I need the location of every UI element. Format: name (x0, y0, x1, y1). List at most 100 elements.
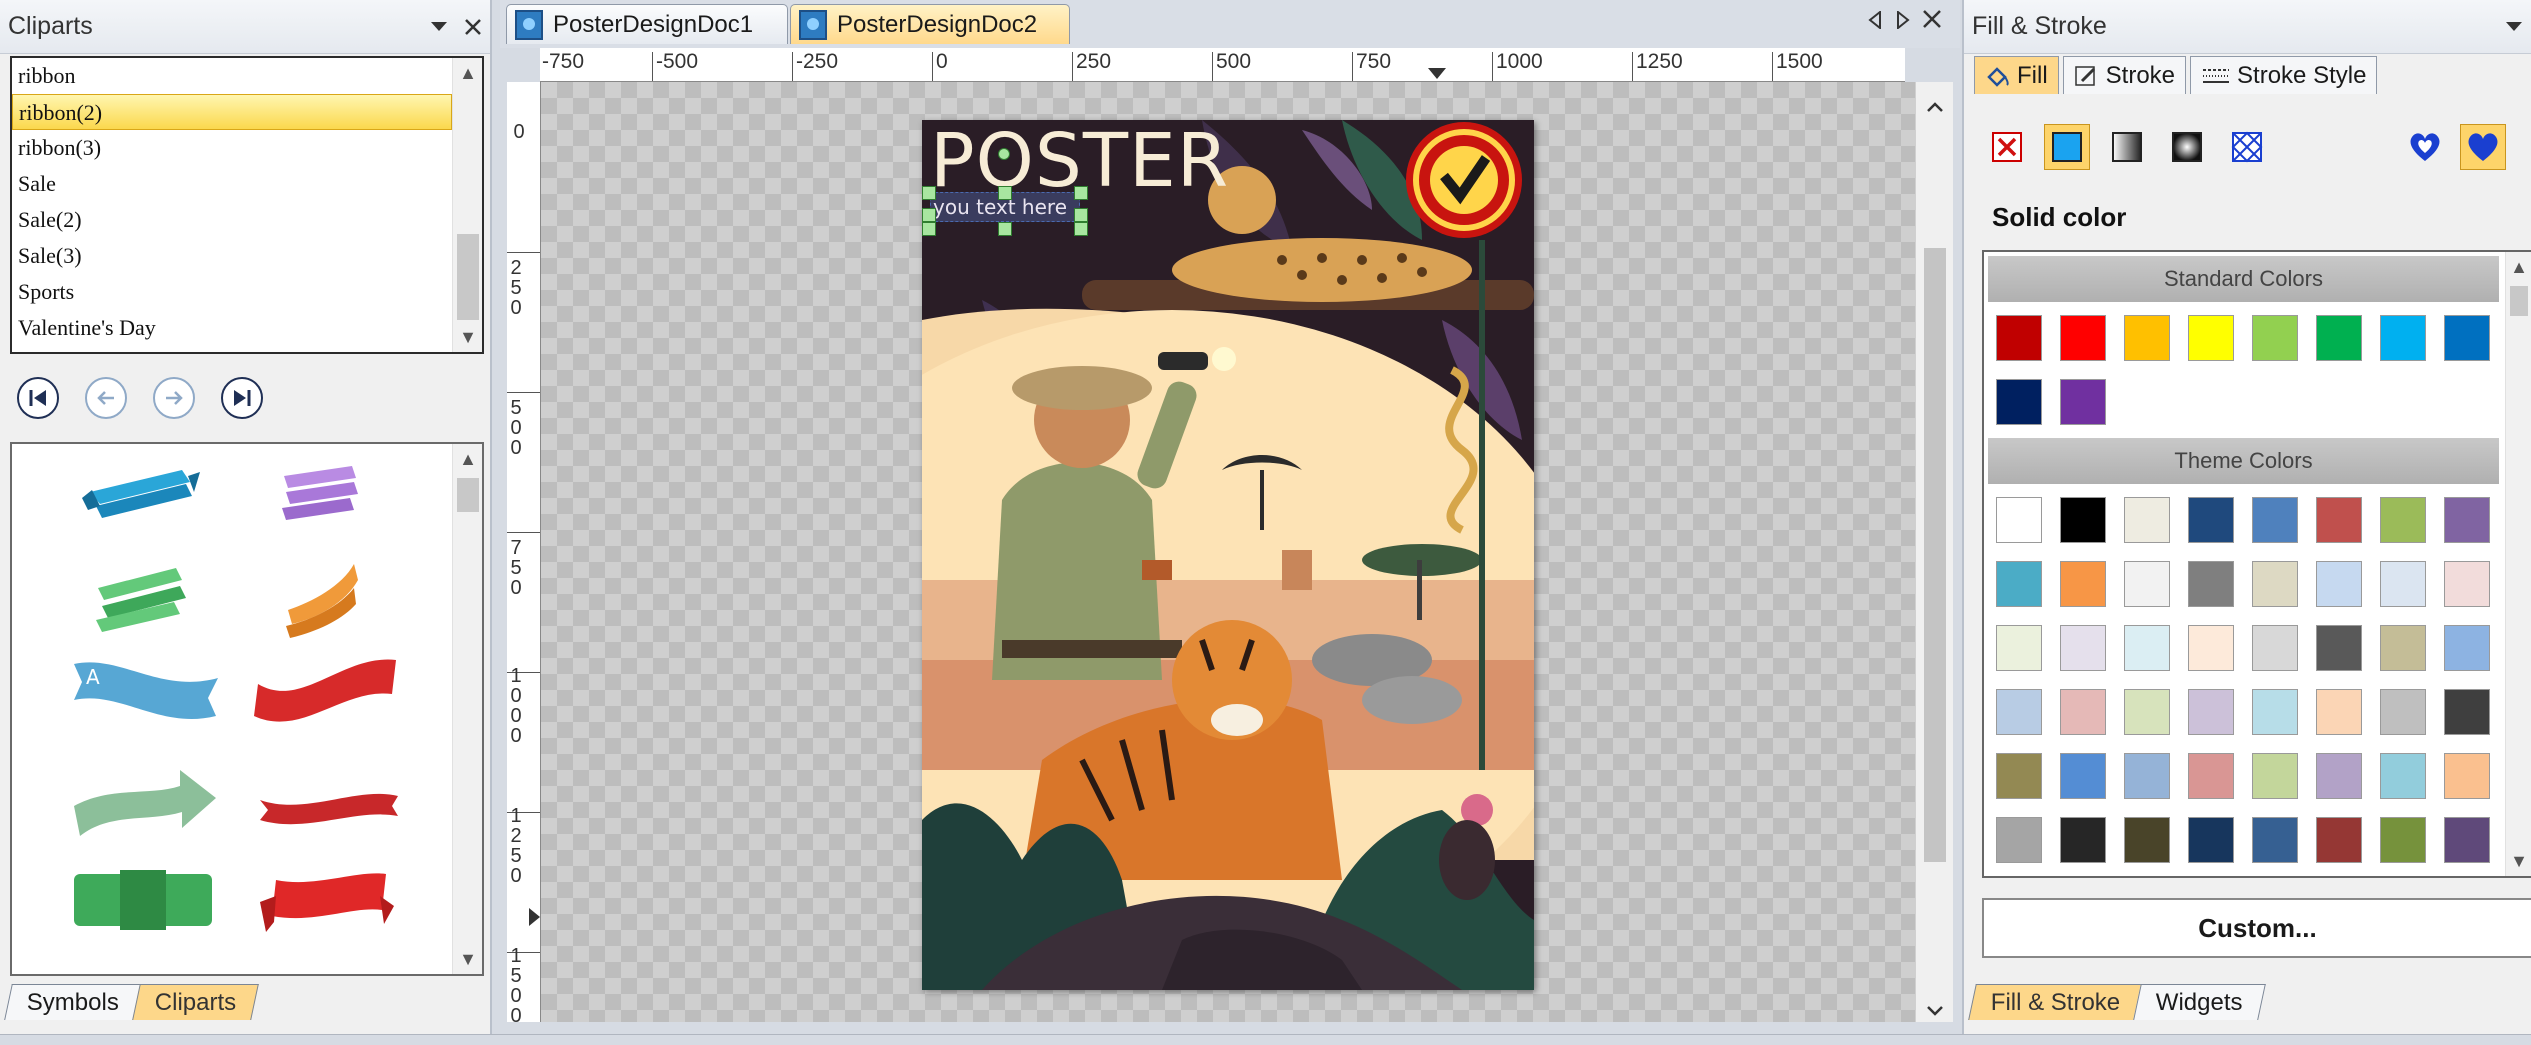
color-swatch[interactable] (2060, 497, 2106, 543)
previous-page-button[interactable] (85, 377, 127, 419)
color-swatch[interactable] (2380, 315, 2426, 361)
color-swatch[interactable] (2380, 561, 2426, 607)
fill-rule-nonzero-button[interactable] (2460, 124, 2506, 170)
selection-handle[interactable] (1074, 186, 1088, 200)
gradient-fill-button[interactable] (2104, 124, 2150, 170)
radial-fill-button[interactable] (2164, 124, 2210, 170)
color-swatch[interactable] (1996, 753, 2042, 799)
color-swatch[interactable] (2188, 497, 2234, 543)
scroll-thumb[interactable] (2510, 286, 2528, 316)
scroll-thumb[interactable] (457, 234, 479, 320)
ribbon-clipart-blue-banner[interactable]: A (70, 654, 220, 730)
color-swatch[interactable] (2380, 817, 2426, 863)
gallery-scrollbar[interactable]: ▲ ▼ (452, 444, 482, 974)
no-fill-button[interactable] (1984, 124, 2030, 170)
color-swatch[interactable] (2188, 753, 2234, 799)
color-swatch[interactable] (2380, 497, 2426, 543)
scroll-thumb[interactable] (1924, 248, 1946, 862)
ribbon-clipart-orange[interactable] (282, 558, 362, 642)
color-swatch[interactable] (2124, 817, 2170, 863)
ribbon-clipart-blue[interactable] (82, 462, 202, 532)
color-swatch[interactable] (1996, 497, 2042, 543)
scroll-thumb[interactable] (457, 478, 479, 512)
selection-handle[interactable] (922, 222, 936, 236)
color-swatch[interactable] (2252, 561, 2298, 607)
list-item[interactable]: ribbon(3) (12, 130, 452, 166)
color-swatch[interactable] (2444, 753, 2490, 799)
scroll-up-icon[interactable]: ▲ (453, 444, 482, 474)
custom-color-button[interactable]: Custom... (1982, 898, 2531, 958)
color-swatch[interactable] (2188, 561, 2234, 607)
color-swatch[interactable] (2380, 625, 2426, 671)
selection-handle[interactable] (998, 222, 1012, 236)
tab-stroke-style[interactable]: Stroke Style (2190, 56, 2378, 94)
color-swatch[interactable] (2380, 753, 2426, 799)
list-item[interactable]: Sale (12, 166, 452, 202)
panel-close-icon[interactable] (456, 10, 490, 44)
color-swatch[interactable] (2060, 625, 2106, 671)
tab-poster-design-doc2[interactable]: PosterDesignDoc2 (790, 4, 1070, 44)
color-swatch[interactable] (1996, 561, 2042, 607)
color-swatch[interactable] (2060, 379, 2106, 425)
color-swatch[interactable] (2316, 497, 2362, 543)
scroll-down-icon[interactable] (1926, 996, 1944, 1023)
color-swatch[interactable] (2188, 625, 2234, 671)
list-item-selected[interactable]: ribbon(2) (12, 94, 452, 130)
color-swatch[interactable] (2380, 689, 2426, 735)
tab-cliparts[interactable]: Cliparts (132, 984, 260, 1020)
selection-handle[interactable] (998, 186, 1012, 200)
color-swatch[interactable] (2124, 561, 2170, 607)
color-swatch[interactable] (2060, 315, 2106, 361)
tab-fill-and-stroke[interactable]: Fill & Stroke (1968, 984, 2144, 1020)
color-swatch[interactable] (2444, 561, 2490, 607)
selection-handle[interactable] (1074, 208, 1088, 222)
color-swatch[interactable] (1996, 817, 2042, 863)
poster-artboard[interactable]: POSTER you text here (922, 120, 1534, 990)
color-swatch[interactable] (2252, 315, 2298, 361)
list-item[interactable]: Valentine's Day (12, 310, 452, 346)
color-swatch[interactable] (2060, 753, 2106, 799)
ribbon-clipart-green-box[interactable] (70, 864, 216, 936)
color-swatch[interactable] (2316, 561, 2362, 607)
horizontal-ruler[interactable]: -750 -500 -250 0 250 500 750 1000 1250 1… (540, 48, 1905, 82)
color-swatch[interactable] (2252, 497, 2298, 543)
color-swatch[interactable] (1996, 315, 2042, 361)
ribbon-clipart-purple[interactable] (274, 462, 364, 538)
color-swatch[interactable] (2316, 315, 2362, 361)
color-swatch[interactable] (2252, 625, 2298, 671)
tabs-scroll-left-icon[interactable] (1868, 8, 1882, 35)
panel-menu-chevron-icon[interactable] (422, 10, 456, 44)
ribbon-clipart-red-wave[interactable] (252, 654, 402, 734)
ribbon-clipart-red-banner[interactable] (256, 866, 396, 936)
vertical-ruler[interactable]: 0 250 500 750 1000 1250 1500 (507, 82, 541, 1022)
color-swatch[interactable] (2060, 561, 2106, 607)
last-page-button[interactable] (221, 377, 263, 419)
color-swatch[interactable] (2444, 625, 2490, 671)
ribbon-clipart-green[interactable] (92, 564, 192, 640)
color-swatch[interactable] (2124, 497, 2170, 543)
scroll-down-icon[interactable]: ▼ (2506, 846, 2531, 876)
close-document-icon[interactable] (1922, 8, 1942, 35)
color-swatch[interactable] (2316, 689, 2362, 735)
color-swatch[interactable] (2188, 315, 2234, 361)
color-swatch[interactable] (2124, 315, 2170, 361)
ribbon-clipart-red-thin[interactable] (256, 776, 402, 836)
ribbon-clipart-green-arrow[interactable] (70, 766, 220, 846)
color-swatch[interactable] (2316, 625, 2362, 671)
color-swatch[interactable] (2188, 817, 2234, 863)
color-swatch[interactable] (1996, 689, 2042, 735)
fill-rule-evenodd-button[interactable] (2402, 124, 2448, 170)
color-swatch[interactable] (2252, 753, 2298, 799)
color-swatch[interactable] (2060, 689, 2106, 735)
first-page-button[interactable] (17, 377, 59, 419)
canvas-scrollbar[interactable] (1915, 82, 1953, 1022)
color-swatch[interactable] (2252, 689, 2298, 735)
scroll-up-icon[interactable]: ▲ (453, 58, 482, 88)
scroll-up-icon[interactable]: ▲ (2506, 252, 2531, 282)
color-swatch[interactable] (2444, 817, 2490, 863)
rotation-handle[interactable] (998, 148, 1010, 160)
color-swatch[interactable] (1996, 379, 2042, 425)
color-swatch[interactable] (2252, 817, 2298, 863)
color-swatch[interactable] (2316, 817, 2362, 863)
color-swatch[interactable] (2060, 817, 2106, 863)
